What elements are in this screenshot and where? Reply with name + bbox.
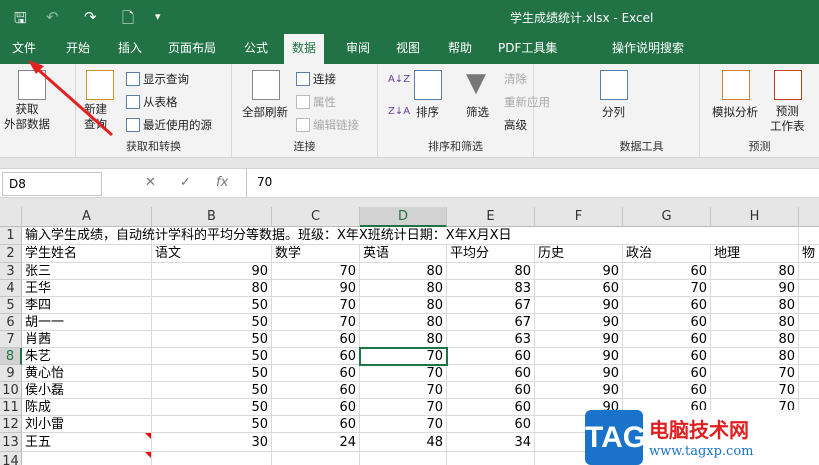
cell[interactable]: 输入学生成绩，自动统计学科的平均分等数据。班级：X年X班统计日期：X年X月X日	[22, 227, 512, 245]
